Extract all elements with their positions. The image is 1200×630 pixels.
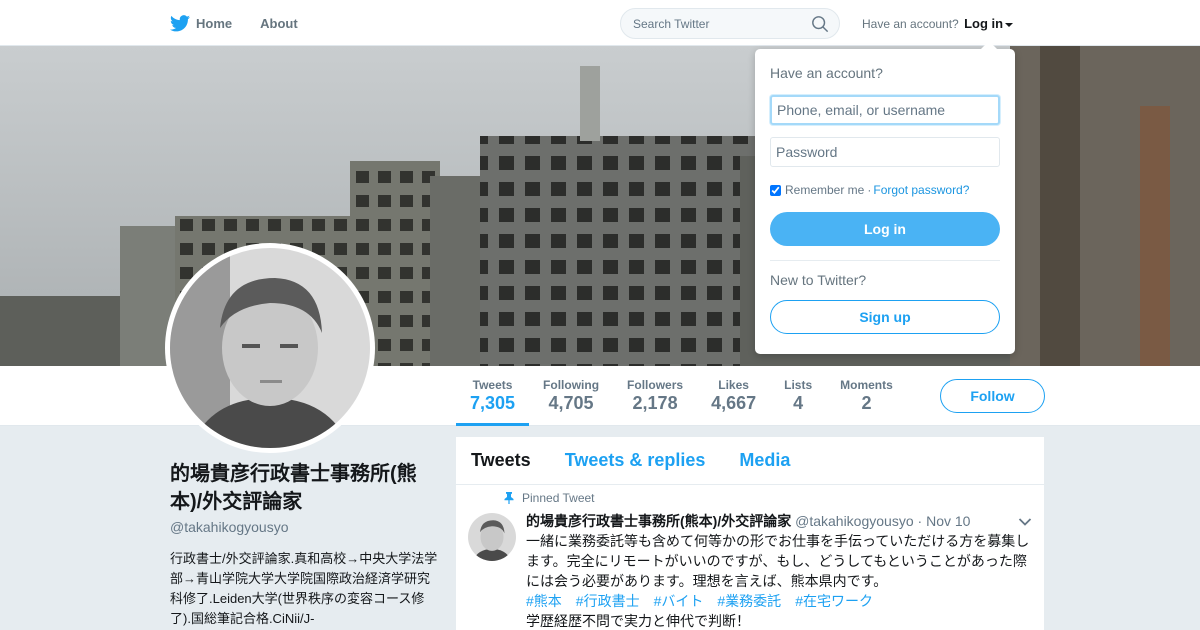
nav-about[interactable]: About <box>260 16 298 31</box>
username-field[interactable] <box>770 95 1000 125</box>
tweet-date[interactable]: Nov 10 <box>926 513 970 529</box>
tweet-text-2: 学歴経歴不問で実力と伸代で判断！ <box>526 613 750 629</box>
tweet[interactable]: Pinned Tweet 的場貴彦行政書士事務所(熊本)/外交評論家 @taka… <box>456 485 1044 630</box>
search-box <box>620 8 840 39</box>
remember-checkbox[interactable] <box>770 184 781 196</box>
nav-home[interactable]: Home <box>170 14 233 32</box>
login-dropdown: Have an account? Remember me · Forgot pa… <box>755 41 1015 354</box>
stat-tweets[interactable]: Tweets 7,305 <box>456 366 530 426</box>
stat-label: Lists <box>784 378 813 392</box>
dropdown-title: Have an account? <box>770 65 883 81</box>
tab-media[interactable]: Media <box>739 450 790 471</box>
profile-bio: 行政書士/外交評論家.真和高校→中央大学法学部→青山学院大学大学院国際政治経済学… <box>170 551 438 626</box>
dropdown-divider <box>770 260 1000 261</box>
hashtag-link[interactable]: #バイト <box>654 593 704 609</box>
profile-avatar[interactable] <box>165 243 375 453</box>
pin-icon <box>504 492 514 504</box>
stat-value: 4,667 <box>711 393 757 413</box>
nav-about-label: About <box>260 15 298 31</box>
login-button[interactable]: Log in <box>770 212 1000 246</box>
password-field[interactable] <box>770 137 1000 167</box>
tweet-avatar[interactable] <box>468 513 516 561</box>
search-input[interactable] <box>633 9 803 38</box>
hashtag-link[interactable]: #行政書士 <box>576 593 640 609</box>
stat-value: 2,178 <box>632 393 678 413</box>
top-nav: Home About Have an account? Log in <box>0 0 1200 46</box>
stat-label: Likes <box>718 378 749 392</box>
nav-left: Home About <box>170 0 326 46</box>
signup-button[interactable]: Sign up <box>770 300 1000 334</box>
timeline-tabs: Tweets Tweets & replies Media <box>456 437 1044 485</box>
account-area: Have an account? Log in <box>862 16 1014 31</box>
profile-stats: Tweets 7,305 Following 4,705 Followers 2… <box>456 366 907 426</box>
timeline: Tweets Tweets & replies Media Pinned Twe… <box>456 437 1044 630</box>
stat-label: Following <box>543 378 600 392</box>
hashtag-link[interactable]: #在宅ワーク <box>795 593 873 609</box>
have-account-text: Have an account? <box>862 17 959 31</box>
stat-value: 2 <box>861 393 872 413</box>
profile-info: 的場貴彦行政書士事務所(熊本)/外交評論家 @takahikogyousyo 行… <box>170 460 440 629</box>
tweet-hashtags: #熊本 #行政書士 #バイト #業務委託 #在宅ワーク <box>526 591 1031 611</box>
stat-label: Moments <box>840 378 893 392</box>
hashtag-link[interactable]: #熊本 <box>526 593 562 609</box>
stat-value: 7,305 <box>470 393 516 413</box>
stat-following[interactable]: Following 4,705 <box>529 366 613 426</box>
tab-tweets[interactable]: Tweets <box>471 450 531 471</box>
tweet-text: 一緒に業務委託等も含めて何等かの形でお仕事を手伝っていただける方を募集します。完… <box>526 533 1030 589</box>
twitter-bird-icon <box>170 14 190 31</box>
tweet-fullname[interactable]: 的場貴彦行政書士事務所(熊本)/外交評論家 <box>526 513 791 529</box>
stat-likes[interactable]: Likes 4,667 <box>697 366 770 426</box>
remember-separator: · <box>867 183 872 197</box>
pinned-indicator: Pinned Tweet <box>504 491 595 505</box>
remember-label[interactable]: Remember me <box>785 183 864 197</box>
pinned-label: Pinned Tweet <box>522 491 595 505</box>
chevron-down-icon[interactable] <box>1018 517 1032 527</box>
login-toggle-label: Log in <box>964 16 1004 31</box>
hashtag-link[interactable]: #業務委託 <box>717 593 781 609</box>
tab-tweets-replies[interactable]: Tweets & replies <box>565 450 706 471</box>
avatar-image <box>170 248 370 448</box>
new-to-twitter-text: New to Twitter? <box>770 272 867 288</box>
tweet-handle[interactable]: @takahikogyousyo <box>795 513 914 529</box>
stat-value: 4 <box>793 393 804 413</box>
profile-handle[interactable]: @takahikogyousyo <box>170 519 440 535</box>
search-icon[interactable] <box>811 15 829 33</box>
stat-moments[interactable]: Moments 2 <box>826 366 907 426</box>
stat-lists[interactable]: Lists 4 <box>770 366 826 426</box>
stat-label: Followers <box>627 378 684 392</box>
tweet-dot: · <box>917 513 923 529</box>
profile-name[interactable]: 的場貴彦行政書士事務所(熊本)/外交評論家 <box>170 460 440 516</box>
stat-followers[interactable]: Followers 2,178 <box>613 366 697 426</box>
tweet-header: 的場貴彦行政書士事務所(熊本)/外交評論家 @takahikogyousyo ·… <box>526 511 1031 531</box>
login-toggle[interactable]: Log in <box>964 16 1014 31</box>
tweet-avatar-image <box>468 513 516 561</box>
stat-label: Tweets <box>472 378 513 392</box>
tweet-body: 的場貴彦行政書士事務所(熊本)/外交評論家 @takahikogyousyo ·… <box>526 511 1031 630</box>
follow-button[interactable]: Follow <box>940 379 1045 413</box>
nav-home-label: Home <box>196 15 233 31</box>
forgot-password-link[interactable]: Forgot password? <box>873 183 969 197</box>
remember-row: Remember me · Forgot password? <box>770 183 969 197</box>
caret-down-icon <box>1005 22 1014 27</box>
stat-value: 4,705 <box>548 393 594 413</box>
